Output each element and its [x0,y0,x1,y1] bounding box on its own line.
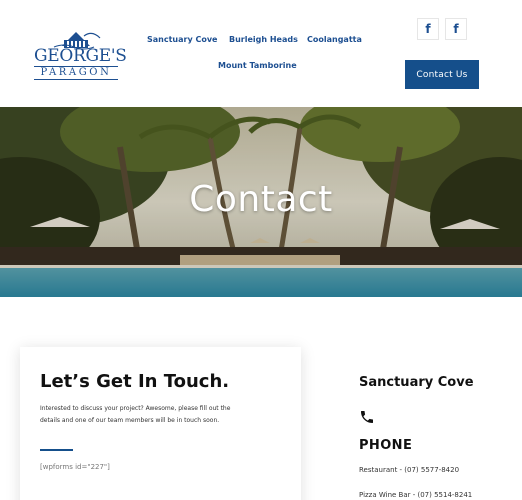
contact-card-heading: Let’s Get In Touch. [40,371,230,392]
logo-wordmark: GEORGE'S [34,46,127,66]
nav-link-sanctuary-cove[interactable]: Sanctuary Cove [147,35,217,44]
nav-link-mount-tamborine[interactable]: Mount Tamborine [218,61,297,70]
nav-link-coolangatta[interactable]: Coolangatta [307,35,362,44]
phone-number-pizza-wine-bar[interactable]: Pizza Wine Bar - (07) 5514-8241 [359,491,472,499]
nav-link-burleigh-heads[interactable]: Burleigh Heads [229,35,298,44]
contact-card: Let’s Get In Touch. Interested to discus… [20,347,301,500]
contact-card-description: Interested to discuss your project? Awes… [40,405,231,424]
phone-heading: PHONE [359,438,413,453]
location-heading: Sanctuary Cove [359,375,474,390]
contact-us-button[interactable]: Contact Us [405,60,479,89]
logo-subtitle: PARAGON [34,66,118,80]
site-header: GEORGE'S PARAGON Sanctuary Cove Burleigh… [0,0,522,107]
facebook-icon[interactable]: f [445,18,467,40]
phone-icon [361,411,373,423]
divider [40,449,73,451]
georges-paragon-logo[interactable]: GEORGE'S PARAGON [34,26,127,82]
hero-banner: Contact [0,107,522,297]
facebook-icon[interactable]: f [417,18,439,40]
phone-number-restaurant[interactable]: Restaurant - (07) 5577-8420 [359,466,459,474]
page-title: Contact [189,179,333,220]
form-shortcode: [wpforms id="227"] [40,463,110,471]
